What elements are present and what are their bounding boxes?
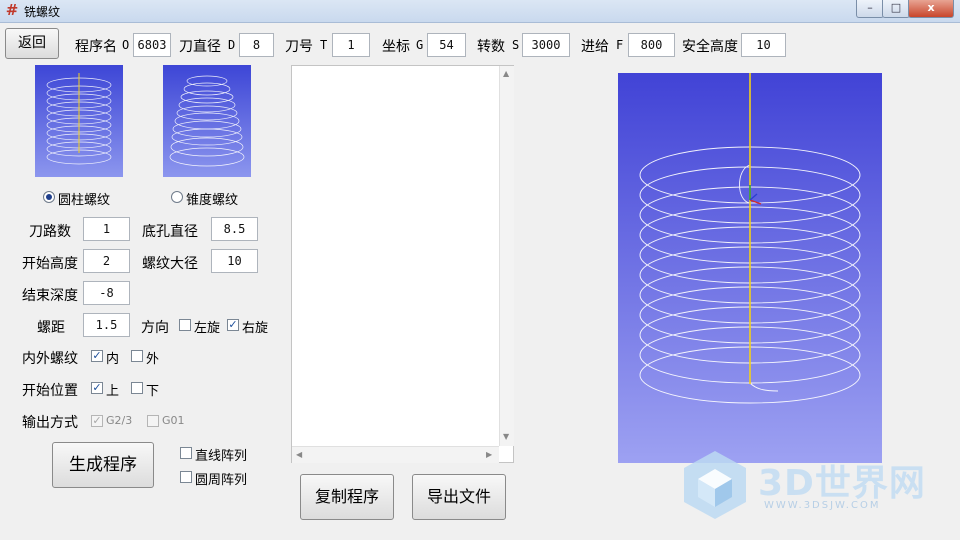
watermark-brand: 3D世界网 [758,463,926,504]
inner-thread-checkbox[interactable]: ✓ [91,350,103,362]
scroll-up-arrow-icon[interactable]: ▲ [503,69,509,78]
close-button[interactable]: x [908,0,954,18]
start-bottom-checkbox[interactable] [131,382,143,394]
inner-thread-label[interactable]: 内 [106,348,119,367]
coordinate-label: 坐标 [382,39,410,55]
tapered-thread-label[interactable]: 锥度螺纹 [186,189,238,208]
feed-rate-label: 进给 [581,39,609,55]
coordinate-prefix: G [416,38,424,52]
start-height-label: 开始高度 [22,256,78,272]
scroll-right-arrow-icon[interactable]: ▶ [486,450,492,459]
inner-outer-label: 内外螺纹 [22,351,78,367]
tool-number-label: 刀号 [285,39,313,55]
copy-program-button[interactable]: 复制程序 [300,474,394,520]
spindle-speed-input[interactable]: 3000 [522,33,570,57]
end-depth-label: 结束深度 [22,288,78,304]
end-depth-input[interactable]: -8 [83,281,130,305]
back-button[interactable]: 返回 [5,28,59,59]
vertical-scrollbar[interactable]: ▲ ▼ [499,66,514,446]
direction-label: 方向 [141,320,169,336]
start-position-label: 开始位置 [22,383,78,399]
pitch-label: 螺距 [37,320,65,336]
start-top-label[interactable]: 上 [106,380,119,399]
helix-toolpath [639,73,861,404]
feed-rate-prefix: F [616,38,624,52]
cylindrical-thread-radio[interactable] [43,191,55,203]
program-name-label: 程序名 [75,39,117,55]
major-diameter-label: 螺纹大径 [142,256,198,272]
coordinate-input[interactable]: 54 [427,33,466,57]
tool-number-input[interactable]: 1 [332,33,370,57]
g23-label[interactable]: G2/3 [106,414,132,427]
left-hand-checkbox[interactable] [179,319,191,331]
cylindrical-thread-label[interactable]: 圆柱螺纹 [58,189,110,208]
pitch-input[interactable]: 1.5 [83,313,130,337]
tapered-helix-thumbnail [169,75,245,167]
tool-diameter-input[interactable]: 8 [239,33,274,57]
horizontal-scrollbar[interactable]: ◀ ▶ [292,446,499,463]
linear-array-checkbox[interactable] [180,447,192,459]
circular-array-label[interactable]: 圆周阵列 [195,469,247,488]
program-output-textarea[interactable]: ▲ ▼ ◀ ▶ [291,65,514,463]
tool-diameter-prefix: D [228,38,236,52]
output-mode-label: 输出方式 [22,415,78,431]
hole-diameter-input[interactable]: 8.5 [211,217,258,241]
tapered-thread-preview[interactable] [163,65,251,177]
g23-checkbox[interactable]: ✓ [91,415,103,427]
scroll-left-arrow-icon[interactable]: ◀ [296,450,302,459]
tool-number-prefix: T [320,38,328,52]
export-file-button[interactable]: 导出文件 [412,474,506,520]
linear-array-label[interactable]: 直线阵列 [195,445,247,464]
spindle-speed-label: 转数 [477,39,505,55]
hole-diameter-label: 底孔直径 [142,224,198,240]
maximize-button[interactable]: □ [882,0,910,18]
tapered-thread-radio[interactable] [171,191,183,203]
outer-thread-label[interactable]: 外 [146,348,159,367]
passes-label: 刀路数 [29,224,71,240]
g01-label[interactable]: G01 [162,414,185,427]
start-top-checkbox[interactable]: ✓ [91,382,103,394]
program-name-prefix: O [122,38,130,52]
start-height-input[interactable]: 2 [83,249,130,273]
right-hand-label[interactable]: 右旋 [242,317,268,336]
app-icon: # [5,1,19,19]
tool-diameter-label: 刀直径 [179,39,221,55]
start-bottom-label[interactable]: 下 [146,380,159,399]
circular-array-checkbox[interactable] [180,471,192,483]
window-title: 铣螺纹 [24,5,61,19]
toolpath-3d-viewport[interactable] [618,73,882,463]
passes-input[interactable]: 1 [83,217,130,241]
left-hand-label[interactable]: 左旋 [194,317,220,336]
program-name-input[interactable]: 6803 [133,33,171,57]
g01-checkbox[interactable] [147,415,159,427]
safe-height-label: 安全高度 [682,39,738,55]
spindle-speed-prefix: S [512,38,520,52]
scroll-down-arrow-icon[interactable]: ▼ [503,432,509,441]
feed-rate-input[interactable]: 800 [628,33,675,57]
generate-program-button[interactable]: 生成程序 [52,442,154,488]
minimize-button[interactable]: – [856,0,884,18]
outer-thread-checkbox[interactable] [131,350,143,362]
cylindrical-thread-preview[interactable] [35,65,123,177]
cylindrical-helix-thumbnail [46,73,112,165]
major-diameter-input[interactable]: 10 [211,249,258,273]
right-hand-checkbox[interactable]: ✓ [227,319,239,331]
watermark-cube-logo [678,447,752,521]
safe-height-input[interactable]: 10 [741,33,786,57]
title-bar: # 铣螺纹 – □ x [0,0,960,23]
watermark-url: WWW.3DSJW.COM [764,500,881,511]
